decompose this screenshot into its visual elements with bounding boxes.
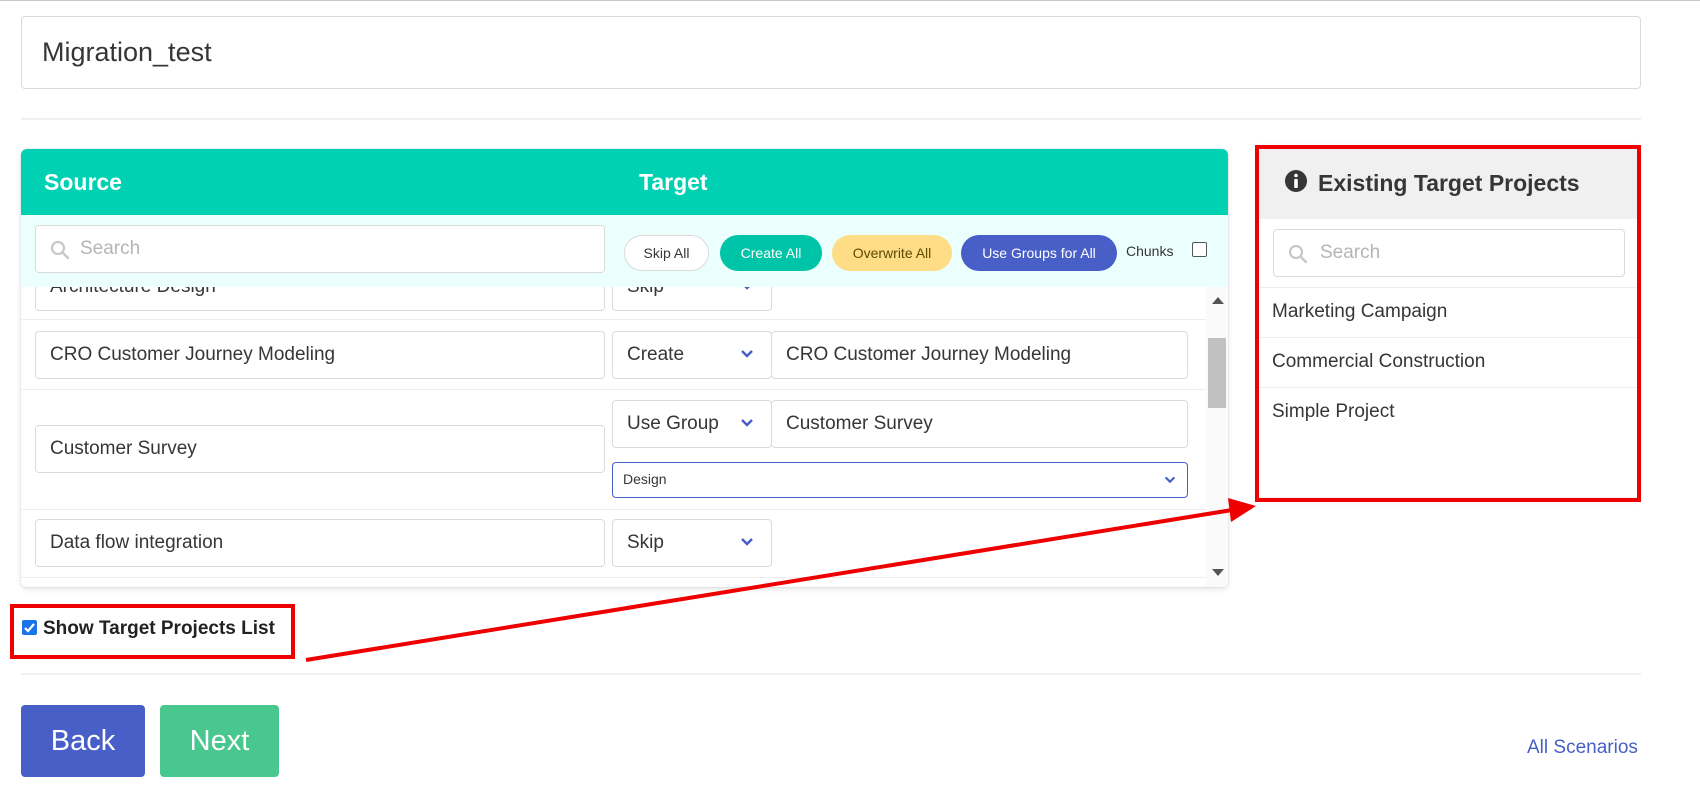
- source-project-field: Architecture Design: [35, 287, 605, 311]
- target-project-name-input[interactable]: Customer Survey: [771, 400, 1188, 448]
- scroll-up-arrow-icon[interactable]: [1212, 297, 1224, 304]
- scrollbar-thumb[interactable]: [1208, 338, 1226, 408]
- chevron-down-icon: [741, 350, 753, 358]
- action-select[interactable]: Skip: [612, 287, 772, 311]
- scrollbar[interactable]: [1206, 287, 1228, 587]
- group-select[interactable]: Design: [612, 462, 1188, 498]
- chunks-checkbox[interactable]: [1192, 242, 1207, 257]
- row-divider: [21, 319, 1206, 320]
- scenario-name-input[interactable]: Migration_test: [21, 16, 1641, 89]
- chevron-down-icon: [1164, 476, 1176, 484]
- action-select-value: Use Group: [627, 413, 719, 434]
- next-button[interactable]: Next: [160, 705, 279, 777]
- mapping-rows: Architecture Design Skip CRO Customer Jo…: [21, 287, 1206, 587]
- action-select[interactable]: Use Group: [612, 400, 772, 448]
- back-button[interactable]: Back: [21, 705, 145, 777]
- all-scenarios-link[interactable]: All Scenarios: [1527, 737, 1638, 759]
- target-search-input[interactable]: [1320, 236, 1610, 270]
- target-project-item[interactable]: Simple Project: [1259, 387, 1637, 437]
- source-search-input[interactable]: [80, 232, 580, 266]
- row-divider: [21, 389, 1206, 390]
- action-select-value: Skip: [627, 287, 664, 297]
- row-divider: [21, 577, 1206, 578]
- target-project-item[interactable]: Marketing Campaign: [1259, 287, 1637, 337]
- panel-title: Existing Target Projects: [1318, 170, 1580, 196]
- target-column-title: Target: [639, 169, 708, 195]
- action-select[interactable]: Skip: [612, 519, 772, 567]
- action-select-value: Skip: [627, 532, 664, 553]
- chunks-label: Chunks: [1126, 243, 1174, 259]
- source-column-title: Source: [44, 169, 122, 195]
- search-icon: [1288, 244, 1308, 264]
- chevron-down-icon: [741, 538, 753, 546]
- search-icon: [50, 240, 70, 260]
- action-select[interactable]: Create: [612, 331, 772, 379]
- chevron-down-icon: [744, 287, 750, 290]
- source-project-field: Data flow integration: [35, 519, 605, 567]
- action-select-value: Create: [627, 344, 685, 365]
- source-project-field: CRO Customer Journey Modeling: [35, 331, 605, 379]
- existing-target-projects-panel: Existing Target Projects Marketing Campa…: [1259, 147, 1637, 497]
- target-project-name-input[interactable]: CRO Customer Journey Modeling: [771, 331, 1188, 379]
- scroll-down-arrow-icon[interactable]: [1212, 569, 1224, 576]
- mapping-card: Source Target Skip All Create All Overwr…: [21, 149, 1228, 587]
- source-project-field: Customer Survey: [35, 425, 605, 473]
- source-search-box[interactable]: [35, 225, 605, 273]
- group-select-value: Design: [623, 471, 667, 487]
- target-search-box[interactable]: [1273, 229, 1625, 277]
- divider: [21, 673, 1641, 675]
- panel-header: Existing Target Projects: [1259, 147, 1637, 219]
- show-target-list-label[interactable]: Show Target Projects List: [43, 618, 275, 640]
- show-target-list-checkbox[interactable]: [22, 620, 37, 635]
- use-groups-for-all-button[interactable]: Use Groups for All: [961, 235, 1117, 271]
- create-all-button[interactable]: Create All: [720, 235, 822, 271]
- checkmark-icon: [24, 623, 35, 633]
- mapping-header: Source Target: [21, 149, 1228, 215]
- top-rule: [0, 0, 1700, 1]
- chevron-down-icon: [741, 419, 753, 427]
- overwrite-all-button[interactable]: Overwrite All: [832, 235, 952, 271]
- info-circle-icon: [1285, 170, 1307, 192]
- filter-bar: Skip All Create All Overwrite All Use Gr…: [21, 215, 1228, 287]
- divider: [21, 118, 1641, 120]
- skip-all-button[interactable]: Skip All: [624, 235, 709, 271]
- target-project-item[interactable]: Commercial Construction: [1259, 337, 1637, 387]
- row-divider: [21, 509, 1206, 510]
